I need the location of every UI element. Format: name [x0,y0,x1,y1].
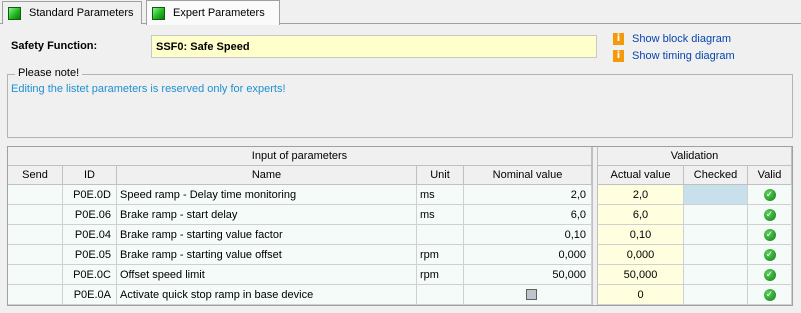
tab-bar: Standard Parameters Expert Parameters [0,0,801,25]
col-header-id[interactable]: ID [63,166,117,185]
valid-check-icon: ✓ [763,268,776,281]
show-block-diagram-link[interactable]: i Show block diagram [613,32,731,46]
cell-actual: 0,10 [598,225,684,245]
valid-check-icon: ✓ [763,208,776,221]
cell-checked[interactable] [684,205,748,225]
cell-nominal[interactable]: 50,000 [464,265,592,285]
col-header-unit[interactable]: Unit [417,166,464,185]
cell-send[interactable] [8,225,63,245]
cell-unit [417,285,464,305]
col-header-valid[interactable]: Valid [748,166,792,185]
link-label: Show block diagram [632,33,732,45]
cell-id: P0E.04 [63,225,117,245]
cell-checked[interactable] [684,265,748,285]
cell-checked[interactable] [684,225,748,245]
group-header-input: Input of parameters [8,147,592,166]
valid-check-icon: ✓ [763,288,776,301]
cell-valid: ✓ [748,285,792,305]
safety-function-label: Safety Function: [11,40,98,52]
cell-valid: ✓ [748,245,792,265]
tab-standard-parameters[interactable]: Standard Parameters [2,1,142,24]
cell-checked[interactable] [684,285,748,305]
green-square-icon [152,6,165,20]
cell-send[interactable] [8,185,63,205]
note-title: Please note! [15,67,83,79]
cell-name: Speed ramp - Delay time monitoring [117,185,417,205]
cell-valid: ✓ [748,265,792,285]
cell-id: P0E.06 [63,205,117,225]
cell-unit: ms [417,205,464,225]
cell-send[interactable] [8,245,63,265]
info-icon: i [613,33,624,45]
note-text: Editing the listet parameters is reserve… [11,83,286,95]
cell-actual: 0 [598,285,684,305]
cell-actual: 2,0 [598,185,684,205]
cell-send[interactable] [8,265,63,285]
tab-label: Expert Parameters [173,7,265,19]
cell-id: P0E.05 [63,245,117,265]
safety-function-field: SSF0: Safe Speed [151,35,597,58]
green-square-icon [8,6,21,20]
cell-nominal[interactable]: 6,0 [464,205,592,225]
cell-valid: ✓ [748,185,792,205]
cell-checked[interactable] [684,245,748,265]
nominal-checkbox[interactable] [526,289,537,300]
cell-unit [417,225,464,245]
cell-name: Brake ramp - start delay [117,205,417,225]
cell-actual: 0,000 [598,245,684,265]
cell-send[interactable] [8,285,63,305]
cell-checked[interactable] [684,185,748,205]
link-label: Show timing diagram [632,50,735,62]
show-timing-diagram-link[interactable]: i Show timing diagram [613,49,735,63]
cell-unit: ms [417,185,464,205]
parameter-grid: Input of parameters Validation Send ID N… [7,146,793,306]
valid-check-icon: ✓ [763,228,776,241]
cell-unit: rpm [417,265,464,285]
col-header-checked[interactable]: Checked [684,166,748,185]
cell-nominal[interactable]: 2,0 [464,185,592,205]
tab-label: Standard Parameters [29,7,134,19]
tab-expert-parameters[interactable]: Expert Parameters [146,0,280,25]
cell-name: Offset speed limit [117,265,417,285]
col-header-actual-value[interactable]: Actual value [598,166,684,185]
cell-name: Brake ramp - starting value factor [117,225,417,245]
cell-name: Activate quick stop ramp in base device [117,285,417,305]
valid-check-icon: ✓ [763,248,776,261]
cell-actual: 6,0 [598,205,684,225]
cell-name: Brake ramp - starting value offset [117,245,417,265]
info-icon: i [613,50,624,62]
cell-nominal[interactable]: 0,000 [464,245,592,265]
group-header-validation: Validation [598,147,792,166]
valid-check-icon: ✓ [763,188,776,201]
cell-id: P0E.0C [63,265,117,285]
cell-unit: rpm [417,245,464,265]
cell-nominal[interactable]: 0,10 [464,225,592,245]
col-header-send[interactable]: Send [8,166,63,185]
cell-valid: ✓ [748,225,792,245]
cell-id: P0E.0D [63,185,117,205]
cell-send[interactable] [8,205,63,225]
cell-valid: ✓ [748,205,792,225]
col-header-nominal-value[interactable]: Nominal value [464,166,592,185]
col-header-name[interactable]: Name [117,166,417,185]
cell-actual: 50,000 [598,265,684,285]
cell-id: P0E.0A [63,285,117,305]
cell-nominal[interactable] [464,285,592,305]
